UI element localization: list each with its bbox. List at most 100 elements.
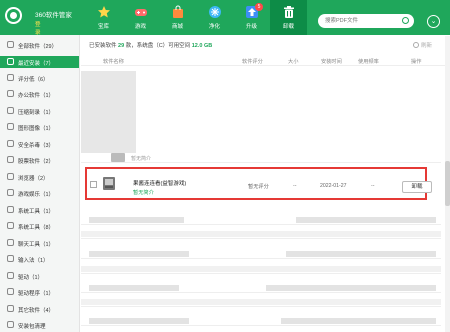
search-box bbox=[318, 14, 414, 28]
sidebar-item-graphics[interactable]: 图形图像（1） bbox=[0, 121, 79, 133]
placeholder-row bbox=[81, 231, 441, 239]
app-logo: 360软件管家 登录 bbox=[5, 3, 72, 36]
refresh-icon bbox=[413, 42, 419, 48]
sidebar-item-label: 股票软件（2） bbox=[18, 159, 55, 165]
nav-games[interactable]: 游戏 bbox=[122, 0, 159, 35]
placeholder-row bbox=[81, 251, 441, 259]
trash-icon bbox=[283, 6, 294, 18]
app-size: -- bbox=[293, 183, 297, 189]
keyboard-icon bbox=[7, 255, 14, 262]
category-sidebar: 全部软件（29） 最近安装（7） 评分低（6） 办公软件（1） 压缩刻录（1） … bbox=[0, 35, 80, 332]
placeholder-row bbox=[81, 318, 441, 326]
system-tool-icon bbox=[7, 222, 14, 229]
search-input[interactable] bbox=[325, 16, 399, 26]
sidebar-item-package-cleanup[interactable]: 安装包清理 bbox=[0, 319, 79, 331]
stock-icon bbox=[7, 156, 14, 163]
star-icon bbox=[97, 6, 110, 18]
office-icon bbox=[7, 90, 14, 97]
nav-label: 商城 bbox=[171, 24, 183, 30]
sidebar-item-recent[interactable]: 最近安装（7） bbox=[0, 56, 79, 68]
sidebar-item-label: 办公软件（1） bbox=[18, 93, 55, 99]
360-logo-icon bbox=[5, 7, 22, 24]
col-size[interactable]: 大小 bbox=[288, 58, 298, 65]
sidebar-item-low-rating[interactable]: 评分低（6） bbox=[0, 72, 79, 84]
clock-icon bbox=[7, 58, 14, 65]
sidebar-item-driver-program[interactable]: 驱动程序（1） bbox=[0, 286, 79, 298]
scrollbar-thumb[interactable] bbox=[445, 161, 450, 206]
app-title: 360软件管家 bbox=[35, 12, 72, 19]
col-action: 操作 bbox=[411, 59, 422, 65]
menu-dropdown-button[interactable]: ⌄ bbox=[427, 15, 440, 28]
software-list-panel: 已安装软件 29 款，系统盘（C）可用空间 12.0 GB 刷新 软件名称 软件… bbox=[81, 35, 450, 332]
gamepad-icon bbox=[134, 9, 147, 16]
app-name: 果酱连连看(益智游戏) bbox=[133, 181, 187, 187]
app-desc: 暂无简介 bbox=[131, 156, 152, 162]
sidebar-item-label: 浏览器（2） bbox=[18, 176, 49, 182]
table-row-highlighted[interactable]: 果酱连连看(益智游戏) 暂无简介 暂无评分 -- 2022-01-27 -- 卸… bbox=[85, 167, 432, 200]
sidebar-item-browser[interactable]: 浏览器（2） bbox=[0, 171, 79, 183]
sidebar-item-all[interactable]: 全部软件（29） bbox=[0, 39, 79, 51]
install-summary: 已安装软件 29 款，系统盘（C）可用空间 12.0 GB bbox=[89, 41, 212, 49]
sidebar-item-label: 驱动（1） bbox=[18, 275, 44, 281]
nav-label: 升级 bbox=[245, 24, 257, 30]
col-frequency[interactable]: 使用频率 bbox=[358, 58, 379, 65]
col-name[interactable]: 软件名称 bbox=[103, 58, 124, 65]
app-desc: 暂无简介 bbox=[133, 190, 154, 196]
sidebar-item-label: 系统工具（8） bbox=[18, 225, 55, 231]
sidebar-item-games[interactable]: 游戏娱乐（1） bbox=[0, 187, 79, 199]
sidebar-item-system-tools[interactable]: 系统工具（1） bbox=[0, 204, 79, 216]
sidebar-item-chat[interactable]: 聊天工具（1） bbox=[0, 237, 79, 249]
row-checkbox[interactable] bbox=[90, 181, 97, 188]
sidebar-item-other[interactable]: 其它软件（4） bbox=[0, 303, 79, 315]
sidebar-item-security[interactable]: 安全杀毒（3） bbox=[0, 138, 79, 150]
game-icon bbox=[7, 189, 14, 196]
installed-count: 29 bbox=[118, 43, 125, 49]
top-nav: 宝库 游戏 商城 净化 5 升级 卸载 bbox=[85, 0, 307, 35]
sidebar-item-label: 游戏娱乐（1） bbox=[18, 192, 55, 198]
vertical-scrollbar[interactable] bbox=[445, 36, 450, 332]
sidebar-item-system-tools-2[interactable]: 系统工具（8） bbox=[0, 220, 79, 232]
table-row[interactable]: 暂无简介 bbox=[81, 153, 441, 163]
placeholder-row bbox=[81, 266, 441, 274]
col-rating[interactable]: 软件评分 bbox=[242, 58, 263, 65]
refresh-button[interactable]: 刷新 bbox=[413, 41, 432, 49]
sidebar-item-label: 评分低（6） bbox=[18, 77, 49, 83]
summary-mid: 款，系统盘（C）可用空间 bbox=[125, 43, 191, 49]
nav-label: 卸载 bbox=[282, 24, 294, 30]
sidebar-item-archive[interactable]: 压缩刻录（1） bbox=[0, 105, 79, 117]
placeholder-row bbox=[81, 217, 441, 225]
sidebar-item-label: 驱动程序（1） bbox=[18, 291, 55, 297]
sidebar-item-stock[interactable]: 股票软件（2） bbox=[0, 154, 79, 166]
sidebar-item-label: 最近安装（7） bbox=[18, 61, 55, 67]
sidebar-item-label: 输入法（1） bbox=[18, 258, 49, 264]
nav-shop[interactable]: 商城 bbox=[159, 0, 196, 35]
summary-prefix: 已安装软件 bbox=[89, 43, 117, 49]
app-icon bbox=[111, 153, 125, 162]
driver-program-icon bbox=[7, 288, 14, 295]
nav-upgrade[interactable]: 5 升级 bbox=[233, 0, 270, 35]
thumb-down-icon bbox=[7, 74, 14, 81]
sidebar-item-driver[interactable]: 驱动（1） bbox=[0, 270, 79, 282]
sidebar-item-label: 图形图像（1） bbox=[18, 126, 55, 132]
shield-icon bbox=[7, 140, 14, 147]
nav-treasury[interactable]: 宝库 bbox=[85, 0, 122, 35]
chat-icon bbox=[7, 239, 14, 246]
nav-purify[interactable]: 净化 bbox=[196, 0, 233, 35]
placeholder-row bbox=[81, 285, 441, 293]
col-install-time[interactable]: 安装时间 bbox=[321, 58, 342, 65]
nav-uninstall[interactable]: 卸载 bbox=[270, 0, 307, 35]
placeholder-row bbox=[81, 299, 441, 307]
search-icon[interactable] bbox=[402, 17, 409, 24]
system-tool-icon bbox=[7, 206, 14, 213]
other-icon bbox=[7, 305, 14, 312]
app-rating: 暂无评分 bbox=[248, 184, 269, 190]
sidebar-item-label: 压缩刻录（1） bbox=[18, 110, 55, 116]
sidebar-item-label: 系统工具（1） bbox=[18, 209, 55, 215]
table-header: 软件名称 软件评分 大小 安装时间 使用频率 操作 bbox=[81, 55, 450, 66]
uninstall-button[interactable]: 卸载 bbox=[402, 181, 432, 193]
sidebar-item-input-method[interactable]: 输入法（1） bbox=[0, 253, 79, 265]
sidebar-item-office[interactable]: 办公软件（1） bbox=[0, 88, 79, 100]
sidebar-item-label: 安装包清理 bbox=[18, 324, 46, 330]
app-frequency: -- bbox=[371, 183, 375, 189]
login-link[interactable]: 登录 bbox=[35, 20, 41, 36]
